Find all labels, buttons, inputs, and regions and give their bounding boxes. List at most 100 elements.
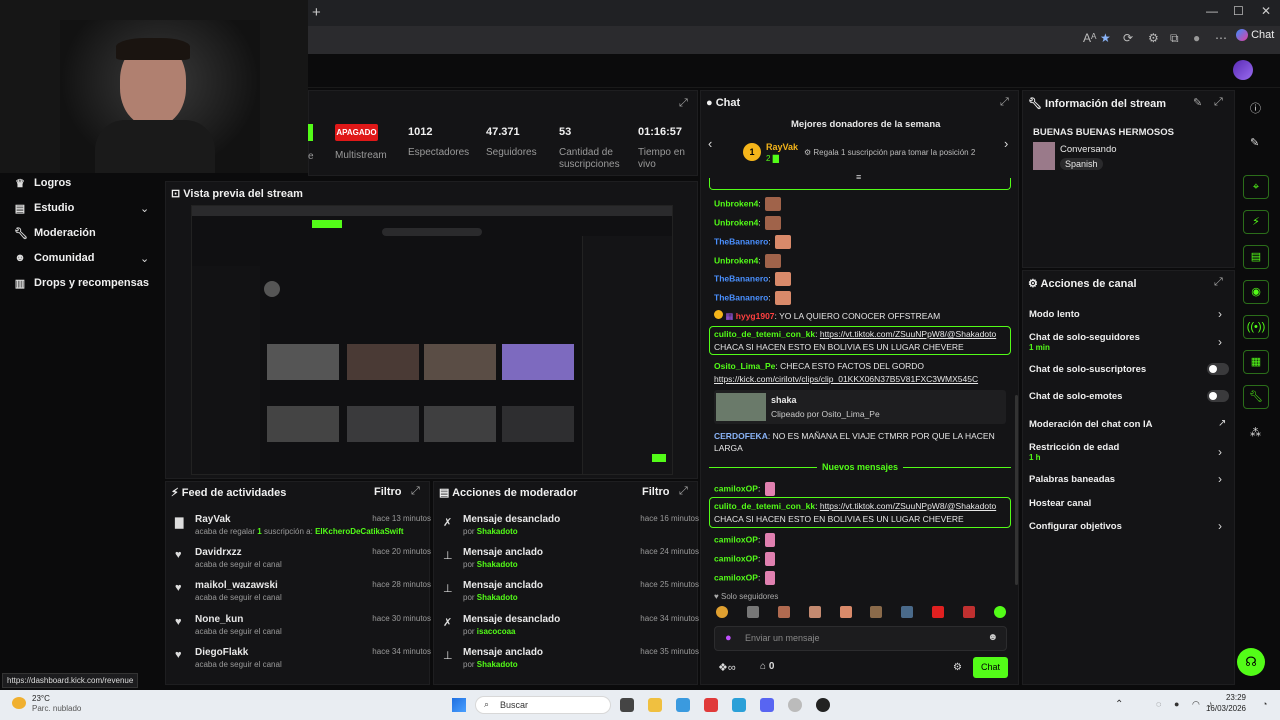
subscribers-only-toggle[interactable]	[1207, 363, 1229, 375]
chevron-right-icon[interactable]: ›	[1218, 519, 1222, 533]
windows-start-icon[interactable]	[452, 698, 466, 712]
favorite-star-icon[interactable]: ★	[1100, 31, 1111, 45]
taskbar-search[interactable]: ⌕ Buscar	[475, 696, 611, 714]
chat-send-button[interactable]: Chat	[973, 657, 1008, 678]
task-view-icon[interactable]	[620, 698, 634, 712]
clock-date[interactable]: 16/03/2026	[1200, 704, 1246, 713]
stream-category[interactable]: Conversando	[1060, 144, 1117, 155]
sidebar-item-comunidad[interactable]: ☻ Comunidad	[14, 252, 94, 264]
chat-username[interactable]: camiloxOP	[714, 572, 758, 582]
chevron-left-icon[interactable]: ‹	[708, 136, 712, 151]
channel-points-icon[interactable]: ❖∞	[718, 661, 736, 674]
target-icon[interactable]: ⌖	[1243, 175, 1269, 199]
sidebar-item-logros[interactable]: ♛ Logros	[14, 177, 71, 190]
new-tab-button[interactable]: +	[312, 4, 321, 21]
emote-icon[interactable]	[839, 606, 852, 618]
app-icon[interactable]	[788, 698, 802, 712]
emote-icon[interactable]	[932, 606, 945, 618]
chat-link[interactable]: https://vt.tiktok.com/ZSuuNPpW8/@Shakado…	[820, 501, 996, 511]
chevron-right-icon[interactable]: ›	[1218, 472, 1222, 486]
chevron-up-icon[interactable]: ⌃	[1115, 699, 1123, 710]
followers-only-action[interactable]: Chat de solo-seguidores	[1029, 332, 1140, 343]
chevron-right-icon[interactable]: ›	[1218, 445, 1222, 459]
list-icon[interactable]: ▤	[1243, 245, 1269, 269]
feed-filter-button[interactable]: Filtro	[374, 486, 402, 498]
emote-icon[interactable]	[777, 606, 790, 618]
chat-username[interactable]: TheBananero	[714, 236, 768, 246]
chat-username[interactable]: hyyg1907	[736, 311, 775, 321]
emoji-icon[interactable]: ☻	[987, 632, 998, 643]
ai-moderation-action[interactable]: Moderación del chat con IA	[1029, 419, 1153, 430]
apps-icon[interactable]: ⁂	[1250, 426, 1261, 439]
mic-tray-icon[interactable]: ●	[1174, 699, 1179, 709]
mod-user[interactable]: isacocoaa	[477, 627, 516, 636]
slow-mode-action[interactable]: Modo lento	[1029, 309, 1080, 320]
discord-icon[interactable]	[760, 698, 774, 712]
mod-user[interactable]: Shakadoto	[477, 593, 518, 602]
lightning-icon[interactable]: ⚡︎	[1243, 210, 1269, 234]
chat-username[interactable]: CERDOFEKA	[714, 431, 768, 441]
chat-username[interactable]: TheBananero	[714, 292, 768, 302]
chevron-down-icon[interactable]: ⌄	[140, 202, 149, 215]
host-channel-action[interactable]: Hostear canal	[1029, 498, 1091, 509]
edit-icon[interactable]: ✎	[1193, 96, 1202, 109]
stream-preview-video[interactable]	[191, 205, 673, 475]
chat-username[interactable]: Unbroken4	[714, 255, 758, 265]
emote-icon[interactable]	[901, 606, 914, 618]
emote-icon[interactable]	[716, 606, 728, 618]
emote-icon[interactable]	[808, 606, 821, 618]
app-icon[interactable]	[704, 698, 718, 712]
chat-bubble-icon[interactable]: ◉	[1243, 280, 1269, 304]
wifi-icon[interactable]: ◠	[1192, 699, 1200, 710]
mod-user[interactable]: Shakadoto	[477, 560, 518, 569]
feed-user[interactable]: None_kun	[195, 614, 243, 625]
expand-icon[interactable]: ⤢	[679, 485, 688, 498]
chat-username[interactable]: Unbroken4	[714, 198, 758, 208]
edit-icon[interactable]: ✎	[1250, 136, 1259, 149]
multistream-status-badge[interactable]: APAGADO	[335, 124, 378, 141]
emote-icon[interactable]	[963, 606, 975, 618]
sidebar-item-estudio[interactable]: ▤ Estudio	[14, 202, 75, 215]
chevron-right-icon[interactable]: ›	[1004, 136, 1008, 151]
expand-icon[interactable]: ⤢	[1000, 96, 1009, 109]
chat-username[interactable]: camiloxOP	[714, 534, 758, 544]
expand-icon[interactable]: ⤢	[679, 97, 688, 110]
obs-icon[interactable]	[816, 698, 830, 712]
broadcast-icon[interactable]: ((•))	[1243, 315, 1269, 339]
feed-user[interactable]: RayVak	[195, 514, 231, 525]
info-icon[interactable]: ⓘ	[1250, 100, 1261, 116]
minimize-button[interactable]: —	[1206, 4, 1218, 18]
profile-avatar[interactable]: ●	[1193, 31, 1200, 45]
copilot-chat-button[interactable]: Chat	[1236, 29, 1274, 42]
chat-link[interactable]: https://vt.tiktok.com/ZSuuNPpW8/@Shakado…	[820, 329, 996, 339]
file-explorer-icon[interactable]	[648, 698, 662, 712]
mic-icon[interactable]: ●	[725, 632, 732, 644]
donor-name[interactable]: RayVak	[766, 142, 798, 152]
emote-icon[interactable]	[746, 606, 759, 618]
user-avatar[interactable]	[1233, 60, 1253, 80]
feed-recipient[interactable]: ElKcheroDeCatikaSwift	[315, 527, 403, 536]
app-icon[interactable]	[676, 698, 690, 712]
expand-icon[interactable]: ⤢	[1214, 96, 1223, 109]
refresh-icon[interactable]: ⟳	[1123, 31, 1133, 45]
chevron-right-icon[interactable]: ›	[1218, 307, 1222, 321]
feed-user[interactable]: Davidrxzz	[195, 547, 242, 558]
notifications-icon[interactable]: ◔	[1262, 699, 1267, 709]
mod-user[interactable]: Shakadoto	[477, 527, 518, 536]
chat-username[interactable]: camiloxOP	[714, 553, 758, 563]
wrench-icon[interactable]: 🔧︎	[1243, 385, 1269, 409]
feed-user[interactable]: maikol_wazawski	[195, 580, 278, 591]
chevron-right-icon[interactable]: ›	[1218, 335, 1222, 349]
close-window-button[interactable]: ✕	[1261, 4, 1271, 18]
collections-icon[interactable]: ⧉	[1170, 31, 1179, 46]
chat-username[interactable]: camiloxOP	[714, 483, 758, 493]
weather-icon[interactable]	[12, 697, 26, 709]
emotes-only-toggle[interactable]	[1207, 390, 1229, 402]
chat-username[interactable]: culito_de_tetemi_con_kk	[714, 329, 815, 339]
expand-icon[interactable]: ⤢	[1214, 276, 1223, 289]
chat-input-placeholder[interactable]: Enviar un mensaje	[745, 633, 820, 643]
clip-card[interactable]: shaka Clipeado por Osito_Lima_Pe	[714, 390, 1006, 424]
sidebar-item-drops[interactable]: ▥ Drops y recompensas	[14, 277, 149, 290]
extensions-icon[interactable]: ⚙	[1148, 31, 1159, 45]
chat-settings-icon[interactable]: ⚙	[953, 662, 962, 673]
